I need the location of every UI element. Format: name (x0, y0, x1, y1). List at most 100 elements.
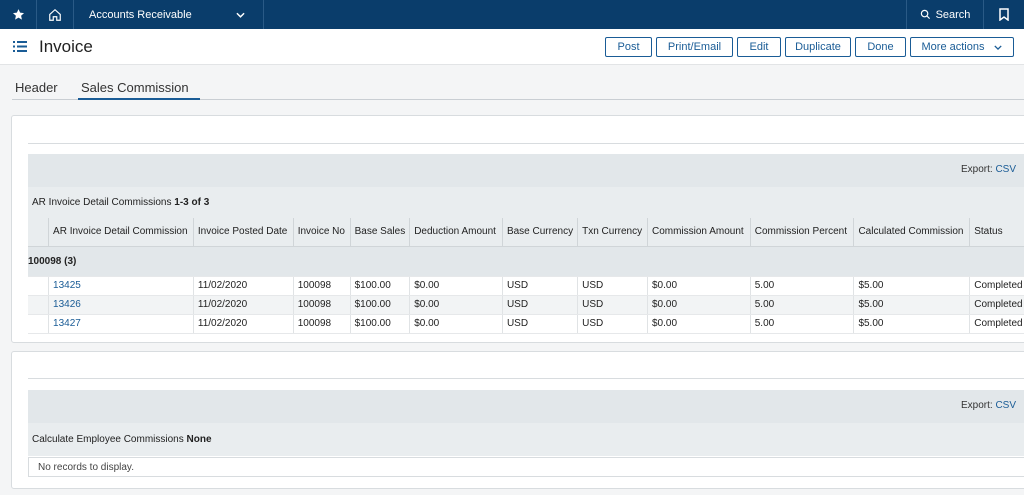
home-button[interactable] (37, 0, 74, 29)
table-cell: 11/02/2020 (193, 295, 294, 315)
table-cell: $0.00 (409, 276, 503, 296)
commissions-table: AR Invoice Detail Commission Invoice Pos… (28, 218, 1024, 334)
action-toolbar: Post Print/Email Edit Duplicate Done Mor… (605, 37, 1014, 57)
group-row: 100098 (3) (28, 246, 1024, 277)
export-label: Export: (960, 164, 993, 175)
group-label[interactable]: 100098 (3) (28, 246, 1024, 277)
table-cell: $5.00 (853, 295, 971, 315)
edit-button[interactable]: Edit (737, 37, 781, 57)
table-cell: 100098 (293, 314, 351, 334)
table-cell: USD (577, 276, 648, 296)
star-icon (12, 9, 24, 20)
page-header: Invoice Post Print/Email Edit Duplicate … (0, 29, 1024, 65)
list-icon[interactable] (13, 41, 27, 52)
table-cell: 11/02/2020 (193, 314, 294, 334)
table-cell: USD (502, 295, 579, 315)
table-cell: Completed (969, 276, 1024, 296)
post-button[interactable]: Post (605, 37, 652, 57)
export-control: Export: CSV (961, 164, 1016, 175)
top-nav-bar: Accounts Receivable Search (0, 0, 1024, 29)
column-header[interactable]: Invoice No (293, 218, 351, 247)
done-button[interactable]: Done (855, 37, 906, 57)
column-header[interactable]: Commission Amount (647, 218, 751, 247)
caption-count: None (186, 434, 212, 445)
export-label: Export: (960, 400, 993, 411)
table-caption: AR Invoice Detail Commissions 1-3 of 3 (32, 197, 209, 208)
export-bar: Export: CSV (28, 154, 1024, 187)
divider (28, 143, 1024, 144)
table-cell: USD (577, 295, 648, 315)
table-cell: USD (502, 276, 579, 296)
column-header[interactable]: Deduction Amount (409, 218, 503, 247)
table-cell: USD (502, 314, 579, 334)
caption-bar: Calculate Employee Commissions None (28, 423, 1024, 456)
column-header[interactable]: AR Invoice Detail Commission (48, 218, 194, 247)
column-header[interactable]: Base Sales (350, 218, 411, 247)
table-row[interactable]: 13425 11/02/2020 100098 $100.00 $0.00 US… (28, 276, 1024, 296)
favorites-button[interactable] (0, 0, 37, 29)
table-cell: 5.00 (750, 295, 855, 315)
column-header[interactable]: Txn Currency (577, 218, 648, 247)
employee-commissions-panel: Export: CSV Calculate Employee Commissio… (11, 351, 1024, 489)
caption-title: AR Invoice Detail Commissions (32, 197, 172, 208)
table-cell: 5.00 (750, 276, 855, 296)
commission-id-link[interactable]: 13426 (48, 295, 194, 315)
print-email-button[interactable]: Print/Email (656, 37, 733, 57)
column-header[interactable]: Calculated Commission (853, 218, 971, 247)
column-header[interactable]: Invoice Posted Date (193, 218, 294, 247)
module-label: Accounts Receivable (89, 8, 192, 21)
commissions-panel: Export: CSV AR Invoice Detail Commission… (11, 115, 1024, 343)
caption-count: 1-3 of 3 (174, 197, 210, 208)
tab-bar: Header Sales Commission (12, 78, 1024, 100)
row-select-cell[interactable] (28, 295, 50, 315)
tab-header[interactable]: Header (12, 78, 78, 100)
search-button[interactable]: Search (906, 0, 984, 29)
more-actions-label: More actions (921, 41, 985, 53)
table-cell: $100.00 (350, 314, 411, 334)
table-cell: $100.00 (350, 295, 411, 315)
table-cell: 11/02/2020 (193, 276, 294, 296)
column-header[interactable]: Commission Percent (750, 218, 855, 247)
table-cell: $0.00 (647, 295, 751, 315)
table-cell: 100098 (293, 295, 351, 315)
chevron-down-icon (236, 12, 245, 18)
row-select-cell[interactable] (28, 276, 50, 296)
table-cell: $5.00 (853, 314, 971, 334)
table-cell: Completed (969, 295, 1024, 315)
export-control: Export: CSV (961, 400, 1016, 411)
page-title: Invoice (39, 37, 93, 56)
search-label: Search (935, 8, 971, 21)
module-selector[interactable]: Accounts Receivable (74, 0, 264, 29)
commission-id-link[interactable]: 13427 (48, 314, 194, 334)
column-header-select (28, 218, 50, 247)
commission-id-link[interactable]: 13425 (48, 276, 194, 296)
divider (28, 378, 1024, 379)
search-icon (920, 9, 930, 20)
table-cell: $0.00 (409, 295, 503, 315)
bookmark-button[interactable] (984, 0, 1024, 29)
bookmark-icon (999, 8, 1009, 21)
table-cell: $5.00 (853, 276, 971, 296)
table-cell: $0.00 (647, 314, 751, 334)
empty-state-message: No records to display. (28, 457, 1024, 477)
table-cell: USD (577, 314, 648, 334)
export-bar: Export: CSV (28, 390, 1024, 423)
export-csv-link[interactable]: CSV (995, 400, 1016, 411)
row-select-cell[interactable] (28, 314, 50, 334)
table-cell: $100.00 (350, 276, 411, 296)
table-row[interactable]: 13426 11/02/2020 100098 $100.00 $0.00 US… (28, 295, 1024, 315)
caption-title: Calculate Employee Commissions (32, 434, 184, 445)
table-row[interactable]: 13427 11/02/2020 100098 $100.00 $0.00 US… (28, 314, 1024, 334)
column-header[interactable]: Base Currency (502, 218, 579, 247)
table-cell: 5.00 (750, 314, 855, 334)
tab-sales-commission[interactable]: Sales Commission (78, 78, 200, 100)
caption-bar: AR Invoice Detail Commissions 1-3 of 3 (28, 187, 1024, 218)
more-actions-button[interactable]: More actions (910, 37, 1014, 57)
home-icon (49, 8, 61, 21)
table-header-row: AR Invoice Detail Commission Invoice Pos… (28, 218, 1024, 247)
column-header[interactable]: Status (969, 218, 1024, 247)
export-csv-link[interactable]: CSV (995, 164, 1016, 175)
duplicate-button[interactable]: Duplicate (785, 37, 851, 57)
table-cell: Completed (969, 314, 1024, 334)
